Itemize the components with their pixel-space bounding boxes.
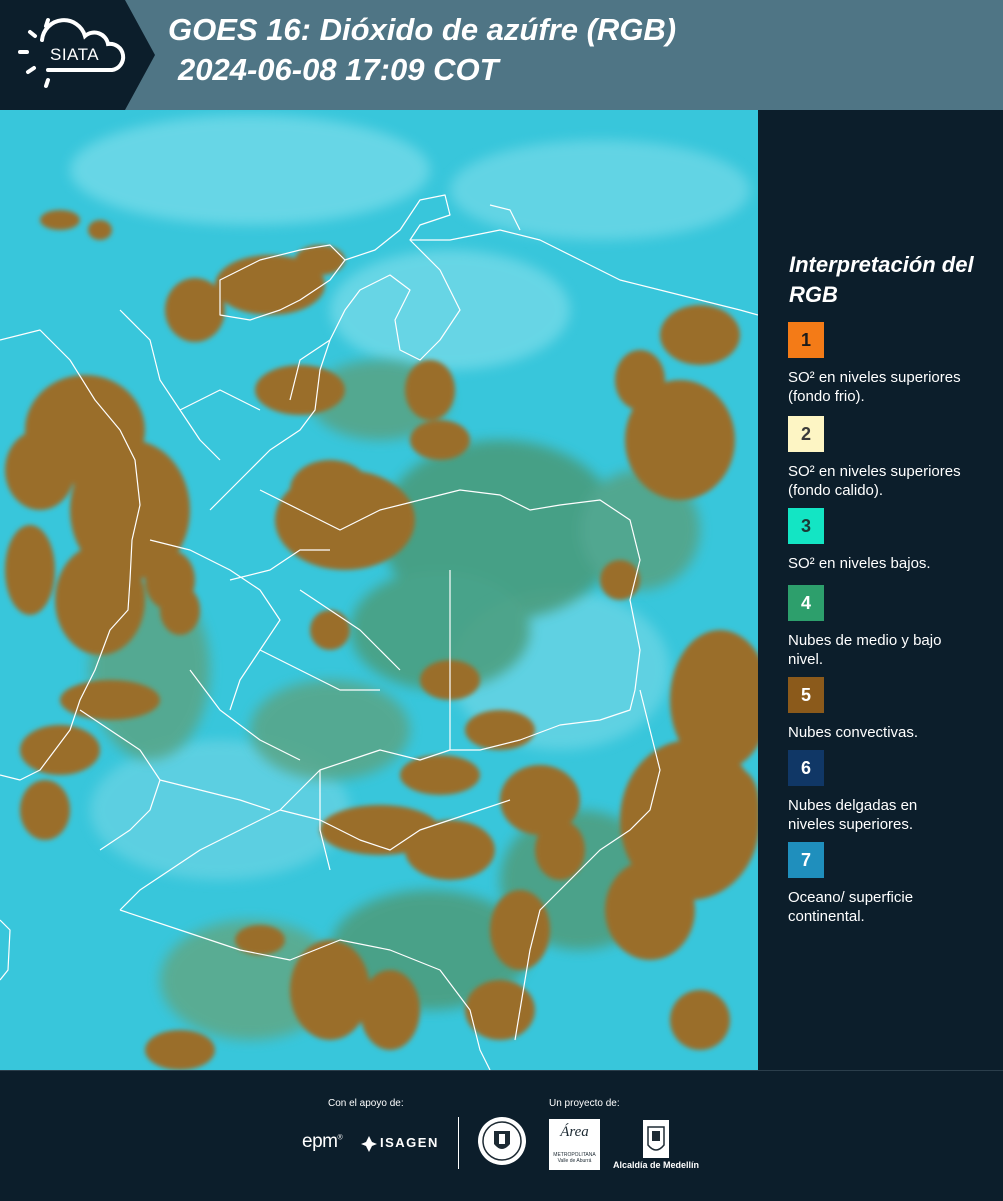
medellin-seal-icon [478, 1117, 526, 1165]
footer: Con el apoyo de: Un proyecto de: epm® IS… [0, 1070, 1003, 1201]
legend-title: Interpretación del RGB [789, 252, 974, 307]
legend-label: Nubes convectivas. [788, 724, 919, 741]
epm-logo: epm® [302, 1131, 343, 1152]
legend-label: Nubes de medio y bajo nivel. [788, 632, 942, 668]
page-timestamp: 2024-06-08 17:09 COT [178, 52, 499, 87]
legend-label: Nubes delgadas en niveles superiores. [788, 797, 918, 833]
area-metropolitana-logo: Área METROPOLITANA Valle de Aburrá [549, 1119, 600, 1170]
legend-swatch: 4 [788, 585, 824, 621]
legend-item: 6 Nubes delgadas en niveles superiores. [788, 750, 988, 834]
legend-item: 2 SO² en niveles superiores (fondo calid… [788, 416, 988, 500]
legend-label: SO² en niveles superiores (fondo frio). [788, 369, 961, 405]
legend-swatch: 7 [788, 842, 824, 878]
project-label: Un proyecto de: [549, 1098, 620, 1109]
page-title: GOES 16: Dióxido de azúfre (RGB) [168, 12, 677, 47]
alcaldia-logo-text: Alcaldía de Medellín [613, 1160, 700, 1170]
epm-logo-text: epm [302, 1131, 338, 1152]
footer-divider [458, 1117, 459, 1169]
legend-item: 4 Nubes de medio y bajo nivel. [788, 585, 988, 669]
siata-logo-text: SIATA [50, 45, 100, 64]
alcaldia-shield-icon [643, 1120, 669, 1158]
isagen-icon [361, 1136, 377, 1152]
legend-swatch: 2 [788, 416, 824, 452]
support-label: Con el apoyo de: [328, 1098, 404, 1109]
satellite-map [0, 110, 758, 1070]
area-logo-subtext: METROPOLITANA Valle de Aburrá [553, 1152, 596, 1164]
legend-item: 7 Oceano/ superficie continental. [788, 842, 988, 926]
siata-logo: SIATA [0, 0, 155, 110]
isagen-logo: ISAGEN [380, 1135, 439, 1150]
legend-label: Oceano/ superficie continental. [788, 889, 914, 925]
legend-item: 5 Nubes convectivas. [788, 677, 988, 742]
legend-label: SO² en niveles superiores (fondo calido)… [788, 463, 961, 499]
legend-swatch: 5 [788, 677, 824, 713]
legend-item: 3 SO² en niveles bajos. [788, 508, 988, 573]
legend-swatch: 3 [788, 508, 824, 544]
area-logo-text: Área [560, 1124, 589, 1140]
header: SIATA GOES 16: Dióxido de azúfre (RGB) 2… [0, 0, 1003, 110]
legend-panel: Interpretación del RGB 1 SO² en niveles … [758, 110, 1003, 1070]
legend-swatch: 1 [788, 322, 824, 358]
legend-swatch: 6 [788, 750, 824, 786]
legend-label: SO² en niveles bajos. [788, 555, 931, 572]
legend-item: 1 SO² en niveles superiores (fondo frio)… [788, 322, 988, 406]
satellite-image [0, 110, 758, 1070]
